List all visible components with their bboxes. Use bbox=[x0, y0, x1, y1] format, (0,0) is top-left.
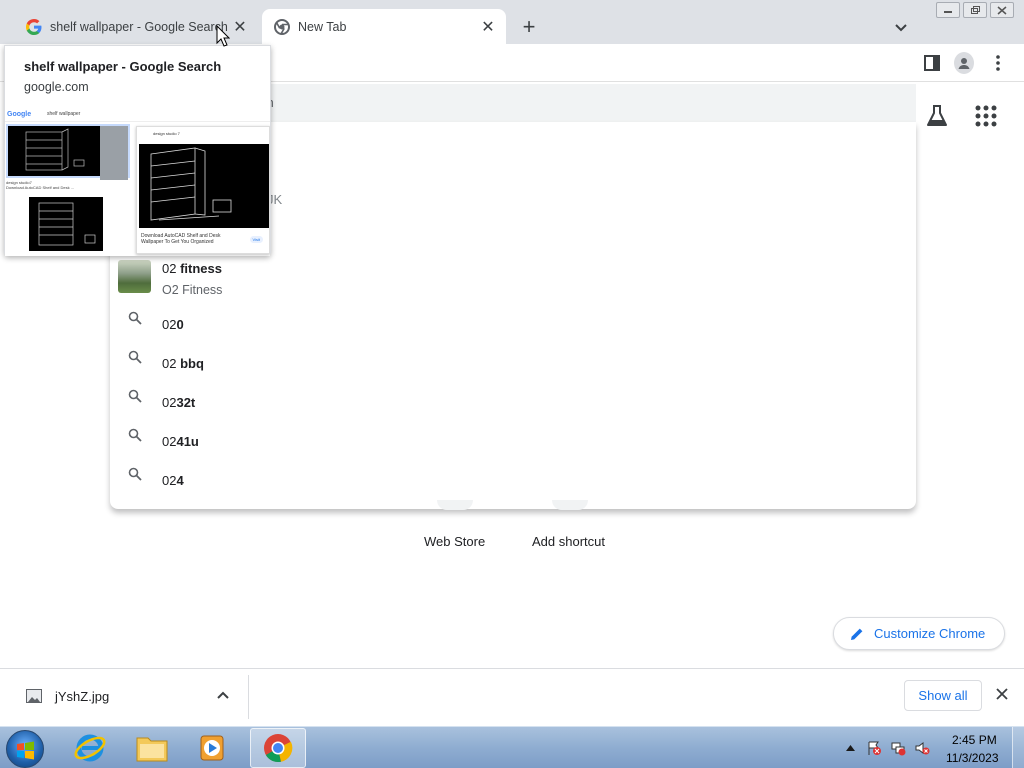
new-tab-button[interactable]: + bbox=[518, 14, 540, 39]
media-player-icon bbox=[200, 735, 224, 761]
taskbar-media-player[interactable] bbox=[184, 728, 240, 768]
suggestion-text: 024 bbox=[162, 473, 184, 488]
shortcut-label-web-store[interactable]: Web Store bbox=[424, 534, 485, 549]
tab-close-button[interactable]: ✕ bbox=[230, 17, 250, 37]
preview-result-image-2 bbox=[29, 197, 103, 251]
preview-caption: design studio7 Download AutoCAD Shelf an… bbox=[6, 180, 75, 190]
preview-panel-text: Download AutoCAD Shelf and Desk Wallpape… bbox=[141, 233, 221, 245]
chevron-up-icon[interactable] bbox=[215, 687, 231, 703]
image-file-icon bbox=[26, 689, 42, 703]
side-panel-icon[interactable] bbox=[922, 53, 942, 73]
google-apps-grid-icon[interactable] bbox=[975, 105, 997, 127]
show-desktop-button[interactable] bbox=[1012, 727, 1024, 768]
preview-google-logo: Google bbox=[7, 111, 32, 118]
preview-result-image-gray bbox=[100, 126, 128, 180]
start-button[interactable] bbox=[6, 730, 44, 768]
tab-strip: shelf wallpaper - Google Search ✕ New Ta… bbox=[0, 0, 1024, 44]
preview-result-image bbox=[6, 124, 130, 180]
show-all-button[interactable]: Show all bbox=[904, 680, 982, 711]
add-shortcut-tile[interactable] bbox=[552, 500, 588, 510]
download-shelf: jYshZ.jpg Show all bbox=[0, 668, 1024, 726]
suggestion-text: 0232t bbox=[162, 395, 196, 410]
taskbar-file-explorer[interactable] bbox=[124, 728, 180, 768]
chrome-icon bbox=[264, 734, 293, 763]
folder-icon bbox=[136, 737, 168, 762]
internet-explorer-icon bbox=[74, 734, 106, 762]
profile-button[interactable] bbox=[954, 52, 974, 74]
search-icon bbox=[128, 428, 142, 442]
clock-date[interactable]: 11/3/2023 bbox=[946, 751, 999, 765]
search-icon bbox=[128, 350, 142, 364]
preview-visit-button: Visit bbox=[249, 236, 263, 243]
minimize-icon bbox=[944, 11, 952, 13]
show-hidden-icons-icon[interactable] bbox=[846, 744, 855, 752]
tab-title: shelf wallpaper - Google Search bbox=[50, 19, 228, 34]
o2-fitness-thumbnail bbox=[118, 260, 151, 293]
hover-card-title: shelf wallpaper - Google Search bbox=[24, 59, 222, 74]
window-close-button[interactable] bbox=[990, 2, 1014, 18]
network-icon[interactable] bbox=[890, 740, 906, 756]
preview-side-panel: design studio 7 Download AutoCAD Shelf a… bbox=[136, 126, 270, 254]
chrome-icon bbox=[274, 18, 290, 35]
tab-hover-card: shelf wallpaper - Google Search google.c… bbox=[4, 45, 271, 256]
customize-chrome-button[interactable]: Customize Chrome bbox=[833, 617, 1005, 650]
restore-icon bbox=[971, 5, 980, 14]
suggestion-text: 02 bbq bbox=[162, 356, 204, 371]
pencil-icon bbox=[851, 628, 863, 640]
action-center-flag-icon[interactable] bbox=[866, 740, 882, 756]
tab-new-tab[interactable]: New Tab ✕ bbox=[262, 9, 506, 44]
search-icon bbox=[128, 467, 142, 481]
preview-panel-image bbox=[139, 144, 269, 228]
search-icon bbox=[128, 389, 142, 403]
download-separator bbox=[248, 675, 249, 719]
preview-search-bar: Google shelf wallpaper bbox=[5, 108, 270, 122]
preview-panel-source: design studio 7 bbox=[153, 131, 180, 136]
google-g-icon bbox=[26, 18, 42, 35]
shortcut-label-add-shortcut[interactable]: Add shortcut bbox=[532, 534, 605, 549]
search-icon bbox=[128, 311, 142, 325]
tab-close-button[interactable]: ✕ bbox=[478, 17, 498, 37]
suggestion-text: 0241u bbox=[162, 434, 199, 449]
mouse-cursor-icon bbox=[216, 25, 230, 47]
tab-search-chevron-icon[interactable] bbox=[892, 18, 910, 36]
suggestion-text: 02 fitness bbox=[162, 261, 222, 276]
preview-query: shelf wallpaper bbox=[47, 111, 81, 117]
suggestion-text: 020 bbox=[162, 317, 184, 332]
menu-kebab-icon[interactable] bbox=[988, 53, 1008, 73]
tab-title: New Tab bbox=[298, 19, 347, 34]
taskbar-internet-explorer[interactable] bbox=[62, 728, 118, 768]
download-file-name[interactable]: jYshZ.jpg bbox=[55, 689, 109, 704]
suggestion-subtitle: O2 Fitness bbox=[162, 283, 223, 297]
shelf-close-button[interactable] bbox=[994, 686, 1010, 702]
windows-logo-icon bbox=[17, 741, 34, 760]
web-store-shortcut-tile[interactable] bbox=[437, 500, 473, 510]
volume-muted-icon[interactable] bbox=[914, 740, 930, 756]
customize-chrome-label: Customize Chrome bbox=[874, 626, 986, 641]
restore-button[interactable] bbox=[963, 2, 987, 18]
chrome-labs-flask-icon[interactable] bbox=[924, 103, 950, 129]
close-icon bbox=[996, 688, 1008, 700]
hover-card-preview-thumbnail: Google shelf wallpaper design studio7 Do… bbox=[5, 108, 270, 256]
windows-taskbar: 2:45 PM 11/3/2023 bbox=[0, 726, 1024, 768]
taskbar-chrome[interactable] bbox=[250, 728, 306, 768]
minimize-button[interactable] bbox=[936, 2, 960, 18]
window-controls bbox=[936, 2, 1014, 18]
close-icon bbox=[997, 5, 1007, 15]
hover-card-domain: google.com bbox=[24, 80, 89, 94]
profile-avatar-icon bbox=[954, 52, 974, 74]
shelf-drawing-icon bbox=[25, 128, 85, 171]
clock-time[interactable]: 2:45 PM bbox=[952, 733, 997, 747]
